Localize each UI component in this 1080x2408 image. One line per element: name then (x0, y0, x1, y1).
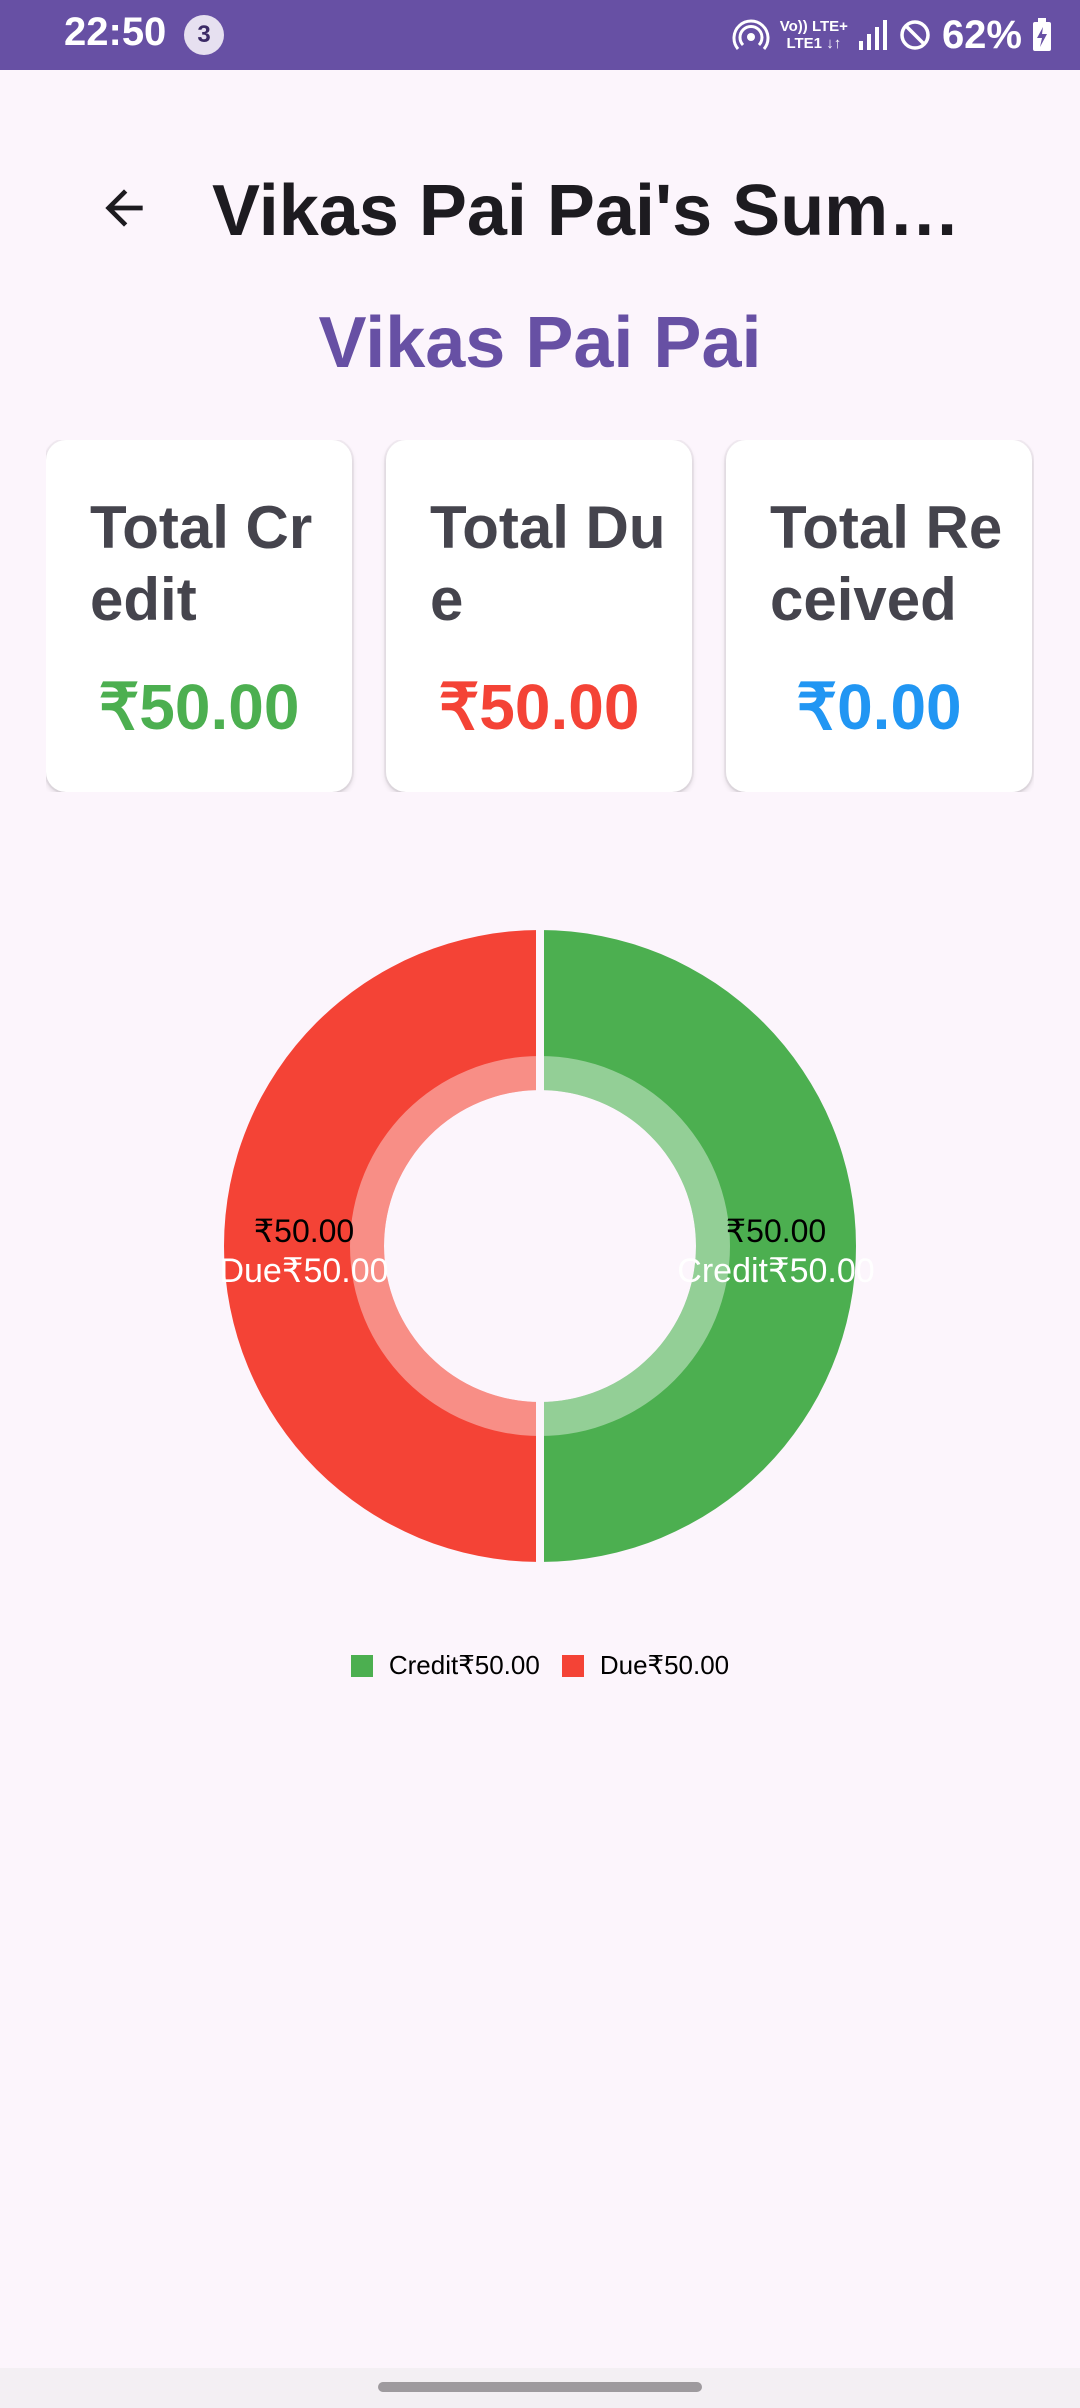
legend-label: Due₹50.00 (599, 1650, 730, 1680)
person-name: Vikas Pai Pai (318, 303, 762, 383)
arrow-left-icon (105, 189, 143, 227)
summary-cards: Total Credit ₹50.00 Total Due ₹50.00 Tot… (46, 440, 1034, 792)
status-time: 22:50 (64, 10, 167, 54)
legend-swatch (350, 1654, 373, 1677)
slice-name-label: Credit₹50.00 (677, 1252, 874, 1290)
notification-count-badge: 3 (184, 15, 224, 55)
total-credit-card[interactable]: Total Credit ₹50.00 (46, 440, 352, 792)
card-label: Total Received (770, 494, 1003, 633)
legend-swatch (561, 1654, 584, 1677)
total-due-card[interactable]: Total Due ₹50.00 (386, 440, 692, 792)
donut-chart-svg: ₹50.00Credit₹50.00₹50.00Due₹50.00 (219, 928, 875, 1564)
card-value: ₹0.00 (796, 671, 962, 743)
card-value: ₹50.00 (438, 671, 640, 743)
battery-percent: 62% (941, 12, 1022, 57)
hotspot-icon (732, 19, 770, 50)
status-icons: Vo)) LTE+ LTE1 ↓↑ 62% (732, 12, 1052, 58)
back-button[interactable] (78, 168, 170, 248)
card-label: Total Credit (90, 494, 313, 633)
chart-legend: Credit₹50.00 Due₹50.00 (0, 1650, 1080, 1681)
slice-value-label: ₹50.00 (726, 1213, 826, 1249)
legend-item-credit[interactable]: Credit₹50.00 (350, 1650, 540, 1681)
card-value: ₹50.00 (98, 671, 300, 743)
app-bar: Vikas Pai Pai's Summary (0, 150, 1080, 260)
home-gesture-handle[interactable] (378, 2382, 702, 2392)
total-received-card[interactable]: Total Received ₹0.00 (726, 440, 1032, 792)
slice-name-label: Due₹50.00 (219, 1252, 388, 1290)
navigation-bar (0, 2368, 1080, 2408)
battery-charging-icon (1033, 18, 1051, 51)
page-title: Vikas Pai Pai's Summary (212, 171, 1012, 251)
donut-chart: ₹50.00 Credit₹50.00 ₹50.00 Due₹50.00 (0, 900, 1080, 1620)
network-type: Vo)) LTE+ LTE1 ↓↑ (779, 18, 848, 52)
legend-item-due[interactable]: Due₹50.00 (561, 1650, 730, 1681)
status-bar: 22:50 3 Vo)) LTE+ LTE1 ↓↑ 62% (0, 0, 1080, 70)
slice-value-label: ₹50.00 (254, 1213, 354, 1249)
card-label: Total Due (430, 494, 666, 633)
signal-icon (858, 20, 887, 50)
legend-label: Credit₹50.00 (388, 1650, 540, 1680)
do-not-disturb-icon (900, 20, 930, 50)
